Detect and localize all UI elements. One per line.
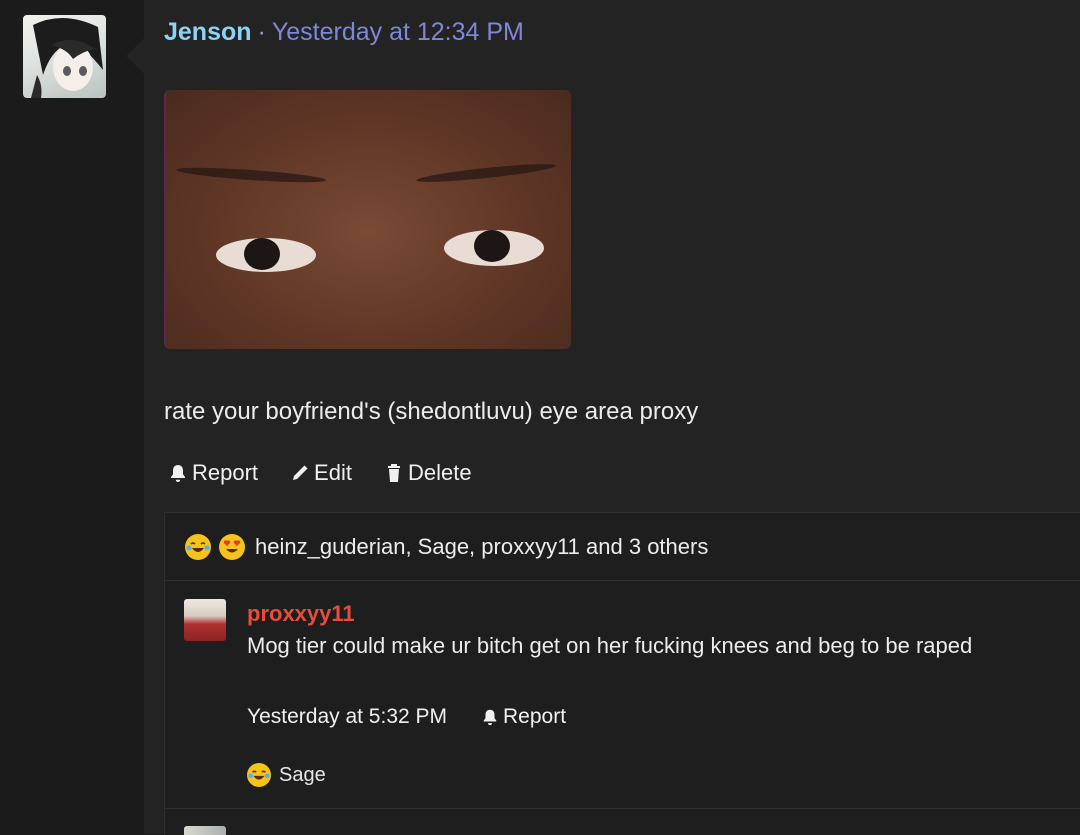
header-separator: ·: [257, 18, 266, 46]
comment-timestamp[interactable]: Yesterday at 5:32 PM: [247, 705, 447, 729]
comment-item: proxxyy11 Mog tier could make ur bitch g…: [165, 581, 1080, 809]
comment-author-name[interactable]: proxxyy11: [247, 601, 355, 627]
post-user-column: [0, 0, 144, 834]
report-label: Report: [192, 460, 259, 485]
post-reactions[interactable]: heinz_guderian, Sage, proxxyy11 and 3 ot…: [165, 513, 1080, 581]
delete-button[interactable]: Delete: [384, 460, 472, 486]
report-button[interactable]: Report: [168, 460, 258, 486]
comment-divider: [165, 808, 1080, 809]
post-author-name[interactable]: Jenson: [164, 18, 252, 46]
crying-laughing-emoji-icon: [247, 763, 271, 787]
edit-label: Edit: [314, 460, 352, 485]
delete-label: Delete: [407, 460, 472, 485]
post-header: Jenson · Yesterday at 12:34 PM: [164, 18, 524, 47]
author-avatar[interactable]: [23, 15, 106, 98]
comment-author-avatar[interactable]: [184, 599, 226, 641]
post-actions: Report Edit Delete: [168, 460, 472, 486]
heart-eyes-emoji-icon: [219, 533, 245, 560]
comment-body: Mog tier could make ur bitch get on her …: [247, 633, 973, 658]
edit-button[interactable]: Edit: [290, 460, 352, 486]
bell-icon: [483, 709, 497, 726]
trash-icon: [387, 464, 400, 482]
reaction-users[interactable]: heinz_guderian, Sage, proxxyy11 and 3 ot…: [255, 534, 708, 560]
pencil-icon: [293, 465, 308, 480]
post-timestamp[interactable]: Yesterday at 12:34 PM: [272, 18, 524, 46]
comment-report-button[interactable]: Report: [481, 705, 566, 729]
anime-avatar-image: [31, 17, 103, 98]
post-body: rate your boyfriend's (shedontluvu) eye …: [164, 398, 699, 425]
bell-icon: [171, 465, 185, 482]
post-image[interactable]: [164, 90, 571, 349]
comment-reactions[interactable]: Sage: [247, 763, 326, 787]
comment-meta: Yesterday at 5:32 PM Report: [247, 705, 566, 729]
comment-report-label: Report: [503, 705, 567, 728]
replies-panel: heinz_guderian, Sage, proxxyy11 and 3 ot…: [164, 512, 1080, 835]
comment-reaction-user: Sage: [279, 763, 326, 786]
crying-laughing-emoji-icon: [185, 533, 211, 560]
post-pointer-arrow: [126, 38, 144, 74]
